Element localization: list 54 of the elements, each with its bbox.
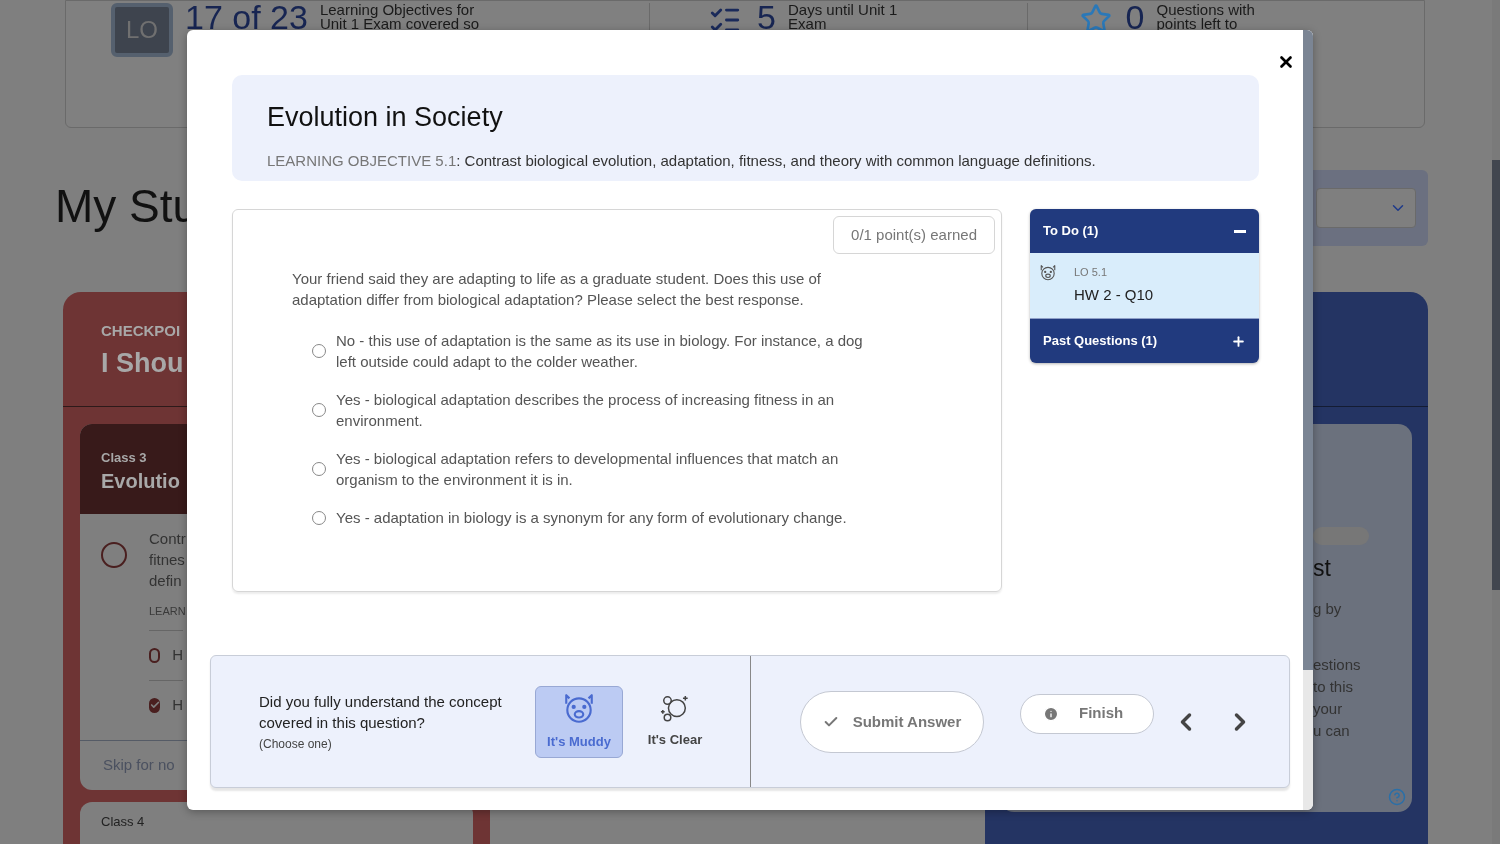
pill-bar bbox=[1313, 527, 1369, 545]
section-header[interactable]: To Do (1) bbox=[1030, 209, 1259, 253]
scrollbar-thumb[interactable] bbox=[1303, 30, 1313, 670]
minus-icon bbox=[1234, 229, 1246, 233]
question-list-item[interactable]: LO 5.1 HW 2 - Q10 bbox=[1030, 253, 1259, 318]
bubbles-icon bbox=[660, 693, 690, 724]
stat-label: Unit 1 Exam covered so bbox=[319, 17, 480, 31]
stat-value: 0 bbox=[1125, 3, 1145, 31]
card-title: st bbox=[1313, 554, 1332, 583]
answer-option[interactable]: Yes - biological adaptation refers to developmental influences that match an organism to the environment it is in. bbox=[336, 448, 866, 490]
card-text: to this bbox=[1313, 677, 1355, 697]
pig-icon bbox=[1039, 264, 1057, 282]
finish-button[interactable]: Finish bbox=[1020, 693, 1154, 734]
class-label: Class 3 bbox=[101, 449, 147, 467]
card-text: g by bbox=[1313, 598, 1343, 619]
objective-text: defin bbox=[149, 571, 182, 591]
answer-option[interactable]: Yes - biological adaptation describes the process of increasing fitness in an environment. bbox=[336, 389, 866, 431]
question-text: Your friend said they are adapting to life as a graduate student. Does this use of adaptation differ from biological adaptation? Please select the best response. bbox=[292, 269, 822, 310]
pig-icon bbox=[562, 691, 596, 726]
stat-value: 17 of 23 bbox=[185, 3, 308, 31]
checkpoint-title: I Shou bbox=[101, 346, 184, 380]
info-icon bbox=[1043, 705, 1059, 722]
item-text: H bbox=[172, 694, 183, 715]
class-title: Evolutio bbox=[101, 468, 180, 494]
close-button[interactable] bbox=[1277, 53, 1295, 71]
close-icon bbox=[1277, 53, 1295, 71]
card-text: estions bbox=[1313, 655, 1362, 675]
submit-button[interactable]: Submit Answer bbox=[800, 690, 984, 753]
item-tag: LO 5.1 bbox=[1074, 264, 1154, 281]
select-field[interactable] bbox=[1316, 188, 1416, 228]
understanding-hint: (Choose one) bbox=[259, 735, 333, 753]
objective-text: fitnes bbox=[149, 550, 185, 570]
answer-option[interactable]: No - this use of adaptation is the same as its use in biology. For instance, a dog left outside could adapt to the colder weather. bbox=[336, 330, 866, 372]
checkpoint-eyebrow: CHECKPOI bbox=[101, 321, 181, 341]
understanding-prompt: Did you fully understand the concept covered in this question? bbox=[259, 691, 503, 733]
item-text: H bbox=[172, 644, 183, 665]
scrollbar-thumb[interactable] bbox=[1492, 160, 1500, 590]
card-text: u can bbox=[1313, 721, 1351, 741]
dialog-title: Evolution in Society bbox=[267, 101, 504, 134]
card-text: your bbox=[1313, 699, 1344, 719]
objective-label: LEARN bbox=[149, 604, 186, 619]
objective-text: LEARNING OBJECTIVE 5.1: Contrast biological evolution, adaptation, fitness, and theory with common language definitions. bbox=[267, 150, 1097, 171]
stat-label: Questions with bbox=[1156, 3, 1255, 17]
stat-label: points left to bbox=[1156, 17, 1238, 31]
stat-label: Learning Objectives for bbox=[319, 3, 475, 17]
understanding-option[interactable]: It's Clear bbox=[631, 685, 719, 758]
stat-value: 5 bbox=[757, 3, 777, 31]
objective-text: Contr bbox=[149, 529, 186, 549]
section-header[interactable]: Past Questions (1) bbox=[1030, 319, 1259, 363]
item-label: HW 2 - Q10 bbox=[1074, 284, 1154, 305]
class-label: Class 4 bbox=[101, 814, 145, 829]
plus-icon bbox=[1231, 333, 1246, 349]
points-badge: 0/1 point(s) earned bbox=[833, 216, 995, 254]
answer-option[interactable]: Yes - adaptation in biology is a synonym for any form of evolutionary change. bbox=[336, 507, 866, 528]
